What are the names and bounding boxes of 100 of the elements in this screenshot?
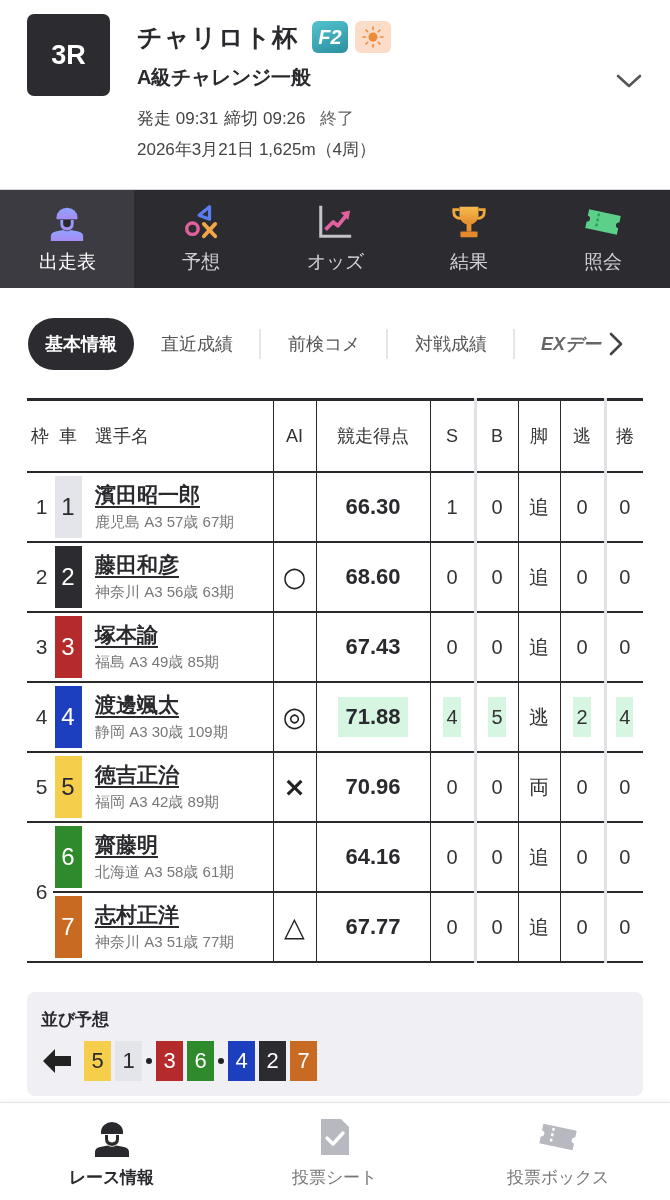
bottom-nav-tab[interactable]: レース情報: [0, 1103, 224, 1200]
column-header: 選手名: [95, 426, 149, 446]
grade-badge: F2: [312, 21, 348, 53]
rider-name-link[interactable]: 志村正洋: [95, 903, 179, 926]
column-header: 車: [59, 426, 77, 446]
deadline-time: 締切 09:26: [224, 108, 306, 130]
nav-tab[interactable]: 結果: [402, 190, 536, 288]
car-number-tile: 1: [54, 476, 82, 538]
ai-prediction-mark: ○: [282, 562, 307, 592]
rider-name-link[interactable]: 塚本諭: [95, 623, 158, 646]
car-number-tile: 4: [54, 686, 82, 748]
rider-name-link[interactable]: 藤田和彦: [95, 553, 179, 576]
car-number-tile: 4: [228, 1041, 255, 1081]
race-score: 68.60: [344, 563, 402, 591]
sub-tab[interactable]: 直近成績: [134, 318, 259, 370]
race-number-badge: 3R: [27, 14, 110, 96]
riding-style: 追: [528, 915, 550, 940]
ai-prediction-mark: ×: [283, 772, 306, 802]
race-class: A級チャレンジ一般: [137, 65, 313, 90]
race-score: 71.88: [338, 697, 408, 737]
frame-number: 4: [34, 705, 48, 729]
overtake-count: 0: [618, 915, 632, 940]
escape-count: 0: [575, 775, 589, 800]
rider-name-link[interactable]: 渡邊颯太: [95, 693, 179, 716]
car-number-tile: 6: [54, 826, 82, 888]
race-score: 70.96: [344, 773, 402, 801]
start-count: 1: [445, 495, 459, 520]
race-score: 66.30: [344, 493, 402, 521]
escape-count: 0: [575, 635, 589, 660]
frame-number: 3: [34, 635, 48, 659]
car-number-tile: 6: [187, 1041, 214, 1081]
chevron-down-icon[interactable]: [616, 74, 642, 89]
overtake-count: 0: [618, 495, 632, 520]
riding-style: 追: [528, 845, 550, 870]
circle-triangle-cross-icon: [182, 203, 220, 241]
bottom-nav-tab[interactable]: 投票ボックス: [446, 1103, 670, 1200]
overtake-count: 0: [618, 775, 632, 800]
back-count: 0: [490, 565, 504, 590]
escape-count: 0: [575, 915, 589, 940]
nav-tab[interactable]: 予想: [134, 190, 268, 288]
frame-number: 6: [34, 880, 48, 904]
column-header: 捲: [615, 426, 634, 446]
race-title: チャリロト杯: [137, 21, 298, 53]
column-header: 脚: [530, 426, 548, 446]
sub-tab[interactable]: 基本情報: [28, 318, 134, 370]
sub-tab[interactable]: 前検コメ: [261, 318, 386, 370]
overtake-count: 4: [616, 697, 634, 737]
line-prediction-title: 並び予想: [41, 1010, 109, 1029]
rider-profile: 神奈川 A3 51歳 77期: [95, 933, 235, 950]
back-count: 0: [490, 495, 504, 520]
back-count: 0: [490, 915, 504, 940]
rider-profile: 鹿児島 A3 57歳 67期: [95, 513, 235, 530]
riding-style: 追: [528, 635, 550, 660]
race-score: 67.77: [344, 913, 402, 941]
riding-style: 逃: [528, 705, 550, 730]
riding-style: 追: [528, 495, 550, 520]
bottom-nav-tab[interactable]: 投票シート: [223, 1103, 447, 1200]
chevron-right-icon[interactable]: [609, 332, 623, 356]
riding-style: 両: [528, 775, 550, 800]
start-count: 4: [443, 697, 461, 737]
rider-profile: 静岡 A3 30歳 109期: [95, 723, 228, 740]
rider-name-link[interactable]: 徳吉正治: [95, 763, 179, 786]
sub-tab[interactable]: EXデー: [515, 318, 601, 370]
rider-profile: 神奈川 A3 56歳 63期: [95, 583, 235, 600]
car-number-tile: 5: [84, 1041, 111, 1081]
start-time: 発走 09:31: [137, 108, 219, 130]
rider-profile: 福岡 A3 42歳 89期: [95, 793, 220, 810]
column-header: AI: [286, 425, 303, 446]
back-count: 0: [490, 775, 504, 800]
start-count: 0: [445, 635, 459, 660]
start-count: 0: [445, 775, 459, 800]
back-count: 0: [490, 845, 504, 870]
frame-number: 2: [34, 565, 48, 589]
riding-style: 追: [528, 565, 550, 590]
nav-tab[interactable]: オッズ: [268, 190, 402, 288]
escape-count: 0: [575, 495, 589, 520]
sub-tab[interactable]: 対戦成績: [388, 318, 513, 370]
car-number-tile: 7: [290, 1041, 317, 1081]
nav-tab[interactable]: 出走表: [0, 190, 134, 288]
column-header: 枠: [31, 426, 49, 446]
nav-tab[interactable]: 照会: [536, 190, 670, 288]
start-count: 0: [445, 915, 459, 940]
ai-prediction-mark: △: [284, 912, 305, 942]
race-date-distance: 2026年3月21日 1,625m（4周）: [137, 139, 378, 161]
column-header: B: [491, 425, 503, 446]
race-score: 67.43: [344, 633, 402, 661]
escape-count: 0: [575, 845, 589, 870]
back-count: 5: [488, 697, 506, 737]
frame-number: 5: [34, 775, 48, 799]
race-score: 64.16: [344, 843, 402, 871]
back-count: 0: [490, 635, 504, 660]
dot-icon: [218, 1058, 224, 1064]
car-number-tile: 7: [54, 896, 82, 958]
rider-name-link[interactable]: 齋藤明: [95, 833, 158, 856]
rider-name-link[interactable]: 濱田昭一郎: [95, 483, 200, 506]
start-count: 0: [445, 845, 459, 870]
start-count: 0: [445, 565, 459, 590]
dot-icon: [146, 1058, 152, 1064]
overtake-count: 0: [618, 635, 632, 660]
overtake-count: 0: [618, 565, 632, 590]
